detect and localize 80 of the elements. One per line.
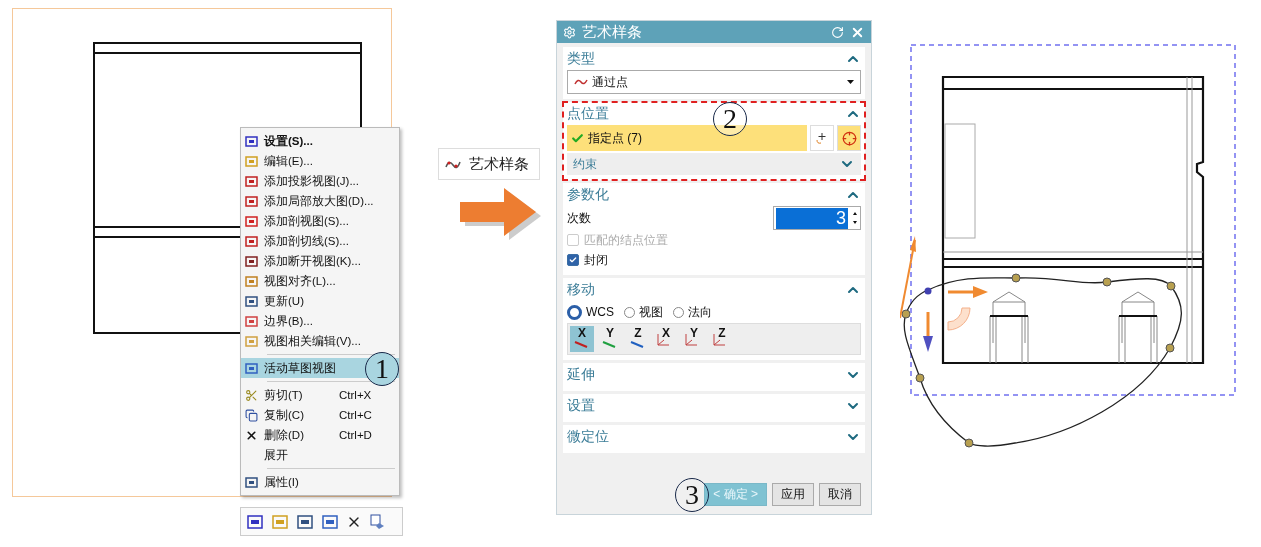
view-frame-icon	[245, 361, 258, 375]
menu-item[interactable]: 剪切(T) Ctrl+X	[241, 385, 399, 405]
axis-button[interactable]: Z	[626, 326, 650, 352]
control-point[interactable]	[964, 438, 974, 448]
plane-button[interactable]: Z	[710, 326, 734, 352]
control-point[interactable]	[1165, 343, 1175, 353]
menu-item[interactable]: 编辑(E)...	[241, 151, 399, 171]
reset-icon[interactable]	[831, 25, 844, 39]
art-spline-command[interactable]: 艺术样条	[438, 148, 540, 180]
wave-icon	[574, 77, 588, 87]
option-checkbox[interactable]: 封闭	[567, 250, 861, 270]
menu-item[interactable]: 添加局部放大图(D)...	[241, 191, 399, 211]
menu-item[interactable]: 视图相关编辑(V)...	[241, 331, 399, 351]
check-icon	[569, 256, 577, 264]
section-title[interactable]: 移动	[567, 280, 595, 299]
menu-item[interactable]: 添加剖切线(S)...	[241, 231, 399, 251]
control-point[interactable]	[1166, 281, 1176, 291]
control-point[interactable]	[915, 373, 925, 383]
point-dialog-button[interactable]	[837, 125, 861, 151]
callout-number: 2	[713, 102, 747, 136]
view-frame-icon	[245, 475, 258, 489]
axis-button[interactable]: Y	[598, 326, 622, 352]
close-icon	[245, 428, 258, 442]
view-frame-icon[interactable]	[296, 512, 314, 531]
plane-button[interactable]: X	[654, 326, 678, 352]
coordinate-radio[interactable]: 法向	[673, 303, 712, 321]
view-frame-icon	[245, 154, 258, 168]
view-frame-icon	[245, 234, 258, 248]
view-frame-icon	[245, 134, 258, 148]
view-frame-icon[interactable]	[321, 512, 339, 531]
view-frame-icon	[245, 214, 258, 228]
settings-icon[interactable]	[563, 25, 576, 39]
axis-button[interactable]: X	[570, 326, 594, 352]
menu-item[interactable]: 更新(U)	[241, 291, 399, 311]
section-title[interactable]: 延伸	[567, 365, 595, 384]
coordinate-radio[interactable]: WCS	[567, 304, 614, 320]
coordinate-radio[interactable]: 视图	[624, 303, 663, 321]
copy-icon	[245, 408, 258, 422]
view-frame-icon[interactable]	[246, 512, 264, 531]
constraint-subsection-header[interactable]: 约束	[567, 153, 861, 175]
menu-item[interactable]: 添加断开视图(K)...	[241, 251, 399, 271]
scissors-icon	[245, 388, 258, 402]
move-handle-drawing[interactable]	[900, 236, 988, 352]
view-frame-icon	[245, 194, 258, 208]
menu-item[interactable]: 展开	[241, 445, 399, 465]
type-dropdown[interactable]: 通过点	[567, 70, 861, 94]
section-title[interactable]: 微定位	[567, 427, 609, 446]
control-point[interactable]	[924, 287, 932, 295]
control-point[interactable]	[901, 309, 911, 319]
control-point[interactable]	[1011, 273, 1021, 283]
view-frame-icon	[245, 294, 258, 308]
dialog-title-bar: 艺术样条	[557, 21, 871, 43]
menu-item[interactable]: 删除(D) Ctrl+D	[241, 425, 399, 445]
section-title[interactable]: 参数化	[567, 185, 609, 204]
menu-item[interactable]: 设置(S)...	[241, 131, 399, 151]
crosshair-icon	[841, 130, 857, 146]
menu-item[interactable]: 复制(C) Ctrl+C	[241, 405, 399, 425]
menu-item[interactable]: 添加剖视图(S)...	[241, 211, 399, 231]
degree-spinner[interactable]: 3	[773, 206, 861, 230]
view-frame-icon	[245, 274, 258, 288]
menu-item[interactable]: 视图对齐(L)...	[241, 271, 399, 291]
dropdown-caret-icon	[847, 80, 854, 84]
menu-item[interactable]: 添加投影视图(J)...	[241, 171, 399, 191]
dialog-button[interactable]: 取消	[819, 483, 861, 506]
section-title[interactable]: 点位置	[567, 104, 609, 123]
degree-label: 次数	[567, 209, 592, 227]
plus-icon	[815, 131, 829, 145]
view-frame-icon	[245, 334, 258, 348]
view-frame-icon	[245, 254, 258, 268]
spinner-arrows-icon	[850, 210, 860, 226]
plane-button[interactable]: Y	[682, 326, 706, 352]
view-frame-icon	[245, 174, 258, 188]
control-point[interactable]	[1102, 277, 1112, 287]
menu-item[interactable]: 属性(I)	[241, 472, 399, 492]
section-title[interactable]: 类型	[567, 49, 595, 68]
add-point-button[interactable]	[810, 125, 834, 151]
dialog-button[interactable]: 应用	[772, 483, 814, 506]
menu-item[interactable]: 边界(B)...	[241, 311, 399, 331]
view-frame-icon	[245, 314, 258, 328]
section-title[interactable]: 设置	[567, 396, 595, 415]
